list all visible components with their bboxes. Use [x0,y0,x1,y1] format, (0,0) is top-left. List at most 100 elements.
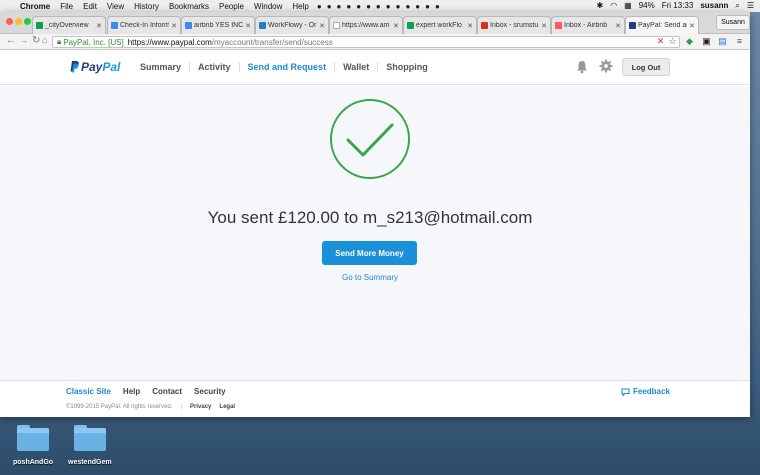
page-icon [333,22,340,29]
paypal-logo[interactable]: Pay Pal [70,60,120,74]
tab-check-in[interactable]: Check-In Inform ✕ [107,16,181,34]
footer-legal[interactable]: Legal [219,404,235,410]
folder-icon[interactable] [74,425,106,451]
nav-wallet[interactable]: Wallet [334,62,377,72]
profile-button[interactable]: Susann [716,15,750,30]
bell-icon[interactable] [576,60,588,74]
blocked-popup-icon[interactable]: ✕ [655,36,666,47]
close-tab-icon[interactable]: ✕ [393,22,399,30]
gear-icon[interactable] [599,59,613,73]
battery-level[interactable]: 94% [639,1,655,11]
tab-label: PayPal: Send an [638,22,688,29]
status-bubble-icon[interactable]: ● [415,2,420,11]
menu-view[interactable]: View [107,2,124,11]
home-icon[interactable]: ⌂ [42,35,47,45]
password-manager-icon[interactable]: ▣ [701,36,712,47]
success-checkmark-icon [330,99,410,179]
docs-icon [185,22,192,29]
tab-gmail-inbox[interactable]: Inbox - srumstu ✕ [477,16,551,34]
feedback-link[interactable]: Feedback [621,387,670,396]
status-bubble-icon[interactable]: ● [435,2,440,11]
bookmark-star-icon[interactable]: ☆ [667,36,678,47]
extension-icon[interactable]: ◆ [684,36,695,47]
menu-app-name[interactable]: Chrome [20,2,50,11]
menu-window[interactable]: Window [254,2,282,11]
send-more-money-button[interactable]: Send More Money [322,241,417,265]
close-tab-icon[interactable]: ✕ [467,22,473,30]
nav-activity[interactable]: Activity [189,62,239,72]
flag-icon[interactable]: ▦ [624,1,632,11]
logo-text-pay: Pay [81,60,103,74]
nav-summary[interactable]: Summary [132,62,189,72]
notification-center-icon[interactable]: ☰ [747,1,754,11]
url-path: /myaccount/transfer/send/success [211,37,333,47]
close-tab-icon[interactable]: ✕ [96,22,102,30]
sheets-icon [407,22,414,29]
logout-button[interactable]: Log Out [622,58,670,76]
status-bubble-icon[interactable]: ● [366,2,371,11]
menu-help[interactable]: Help [292,2,308,11]
footer-security[interactable]: Security [194,387,226,396]
menu-people[interactable]: People [219,2,244,11]
chrome-menu-icon[interactable]: ≡ [734,36,745,47]
forward-arrow-icon[interactable]: → [20,36,28,45]
nav-shopping[interactable]: Shopping [377,62,436,72]
extension-icon[interactable]: ▤ [717,36,728,47]
nav-send-and-request[interactable]: Send and Request [238,62,335,72]
footer-contact[interactable]: Contact [152,387,182,396]
close-window-icon[interactable] [6,18,13,25]
status-bubble-icon[interactable]: ● [346,2,351,11]
tab-label: _cityOverview [45,22,89,29]
menu-history[interactable]: History [134,2,159,11]
tab-label: airbnb YES INC [194,22,244,29]
status-bubble-icon[interactable]: ● [317,2,322,11]
tab-airbnb-doc[interactable]: airbnb YES INC ✕ [181,16,255,34]
status-bubble-icon[interactable]: ● [425,2,430,11]
spotlight-icon[interactable]: ⌕ [735,1,739,11]
footer-help[interactable]: Help [123,387,140,396]
status-bubble-icon[interactable]: ● [337,2,342,11]
zoom-window-icon[interactable] [24,18,31,25]
paypal-header: Pay Pal Summary Activity Send and Request… [0,51,750,85]
status-bubble-icon[interactable]: ● [376,2,381,11]
go-to-summary-text[interactable]: Go to Summary [342,273,398,282]
paypal-nav: Summary Activity Send and Request Wallet… [132,62,436,72]
desktop-folder-label: westendGem [68,459,112,466]
tab-strip: _cityOverview ✕ Check-In Inform ✕ airbnb… [0,12,750,34]
status-bubble-icon[interactable]: ● [396,2,401,11]
close-tab-icon[interactable]: ✕ [615,22,621,30]
back-arrow-icon[interactable]: ← [6,35,16,46]
paypal-main: You sent £120.00 to m_s213@hotmail.com S… [0,86,750,380]
footer-classic-site[interactable]: Classic Site [66,387,111,396]
tab-amazon[interactable]: https://www.am ✕ [329,16,403,34]
close-tab-icon[interactable]: ✕ [171,22,177,30]
tab-paypal[interactable]: PayPal: Send an ✕ [625,16,699,34]
sheets-icon [36,22,43,29]
tab-label: Check-In Inform [120,22,170,29]
menu-file[interactable]: File [60,2,73,11]
folder-icon[interactable] [17,425,49,451]
reload-icon[interactable]: ↻ [32,35,40,46]
tab-airbnb-inbox[interactable]: Inbox - Airbnb ✕ [551,16,625,34]
menu-edit[interactable]: Edit [83,2,97,11]
close-tab-icon[interactable]: ✕ [245,22,251,30]
status-bubble-icon[interactable]: ● [405,2,410,11]
tab-city-overview[interactable]: _cityOverview ✕ [32,16,106,34]
clock[interactable]: Fri 13:33 [662,1,694,11]
tab-expert-workflow[interactable]: expert workFlo ✕ [403,16,477,34]
wifi-icon[interactable]: ◠ [610,1,617,11]
close-tab-icon[interactable]: ✕ [541,22,547,30]
address-bar[interactable]: 🔒︎ PayPal, Inc. [US] https://www.paypal.… [52,36,680,48]
close-tab-icon[interactable]: ✕ [689,22,695,30]
bluetooth-icon[interactable]: ✱ [596,1,603,11]
status-bubble-icon[interactable]: ● [386,2,391,11]
paypal-icon [629,22,636,29]
tab-workflowy[interactable]: WorkFlowy - Or ✕ [255,16,329,34]
user-name[interactable]: susann [700,1,728,11]
close-tab-icon[interactable]: ✕ [319,22,325,30]
minimize-window-icon[interactable] [15,18,22,25]
footer-privacy[interactable]: Privacy [190,404,211,410]
status-bubble-icon[interactable]: ● [356,2,361,11]
menu-bookmarks[interactable]: Bookmarks [169,2,209,11]
status-bubble-icon[interactable]: ● [327,2,332,11]
